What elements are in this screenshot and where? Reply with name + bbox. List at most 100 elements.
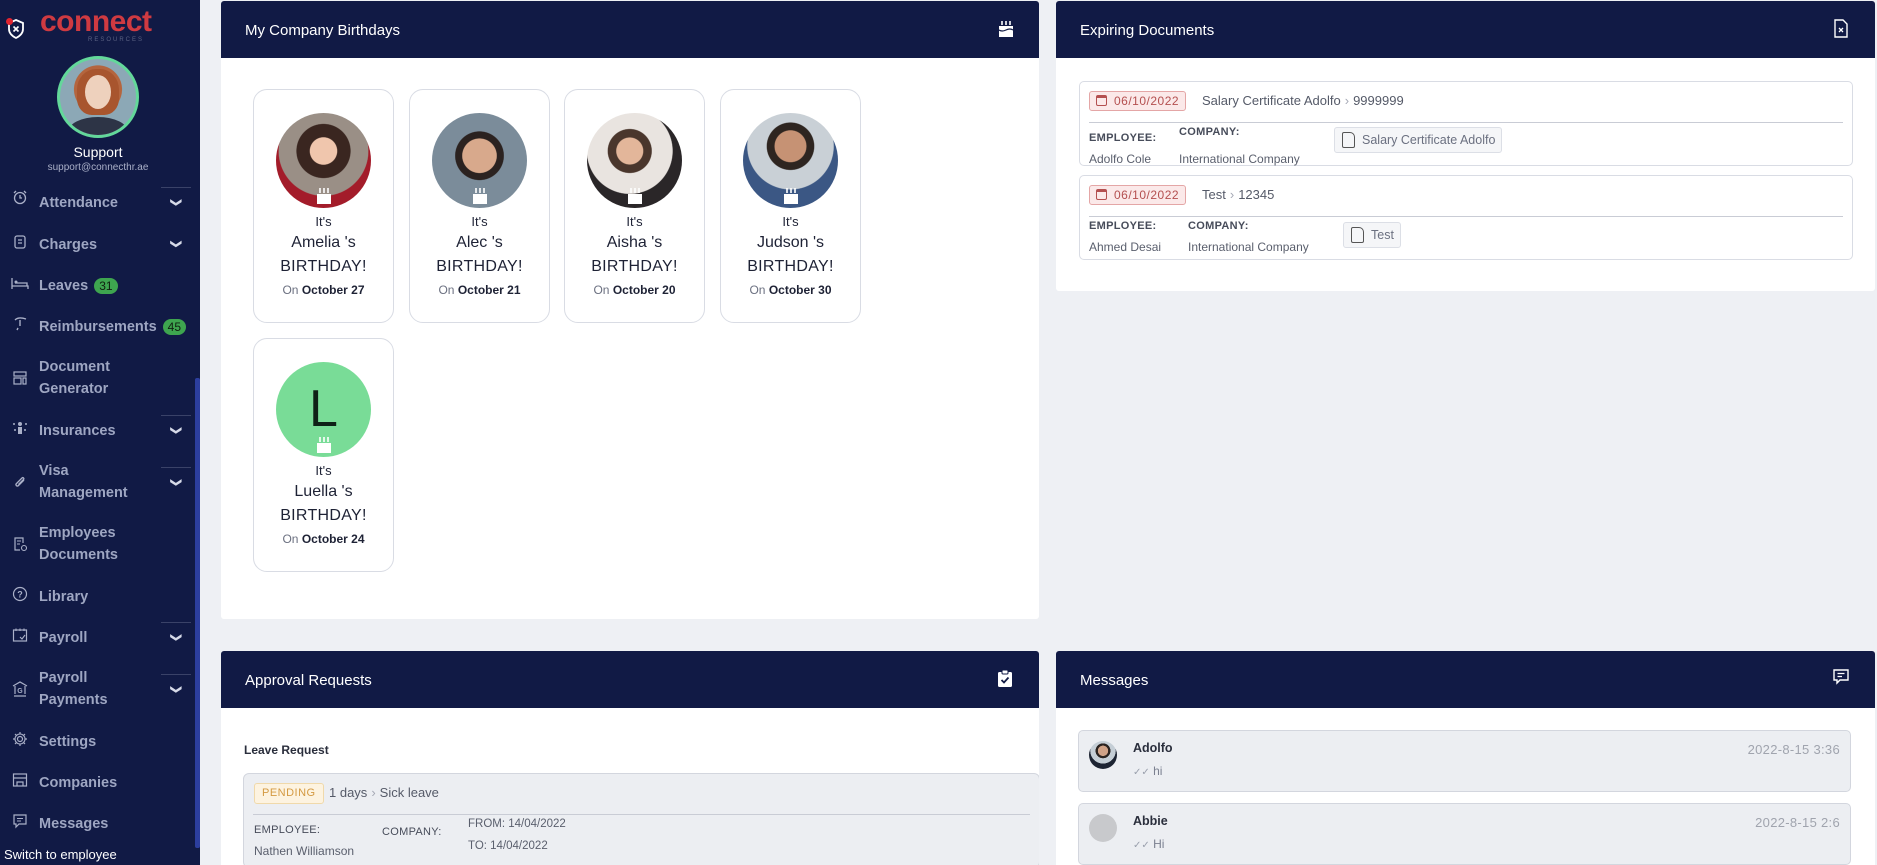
cake-icon [317, 188, 331, 204]
sidebar-item-document-generator[interactable]: Document Generator [0, 356, 196, 400]
birthday-card[interactable]: It's Alec 's BIRTHDAY! On October 21 [409, 89, 550, 323]
expiring-document-row[interactable]: 06/10/2022 Salary Certificate Adolfo › 999… [1079, 81, 1853, 166]
message-item[interactable]: Abbie ✓✓ Hi 2022-8-15 2:6 [1078, 803, 1851, 865]
chevron-down-icon[interactable]: ❯ [161, 674, 191, 704]
shield-x-icon[interactable] [6, 18, 26, 40]
document-title: Test [1202, 187, 1226, 202]
expiry-date-tag: 06/10/2022 [1089, 91, 1187, 111]
panel-header: Messages [1056, 651, 1875, 708]
birthday-card[interactable]: It's Aisha 's BIRTHDAY! On October 20 [564, 89, 705, 323]
status-badge: PENDING [254, 783, 324, 804]
sidebar-item-label: Library [39, 589, 89, 605]
sidebar-scrollbar[interactable] [195, 378, 200, 848]
sidebar-item-reimbursements[interactable]: Reimbursements 45 [0, 314, 196, 338]
alarm-clock-icon [10, 187, 30, 207]
sidebar-item-label: Leaves [39, 278, 89, 294]
sender-name: Abbie [1133, 814, 1168, 828]
chevron-down-icon[interactable]: ❯ [161, 229, 191, 259]
chevron-down-icon[interactable]: ❯ [161, 415, 191, 445]
sidebar-item-label-line2: Management [39, 485, 128, 501]
birthday-label: BIRTHDAY! [280, 258, 367, 275]
chevron-right-icon: › [371, 785, 376, 800]
message-time: 2022-8-15 3:36 [1747, 742, 1840, 757]
sidebar-item-label: Reimbursements [39, 319, 157, 335]
cake-icon [317, 437, 331, 453]
brand-name: connect [40, 5, 152, 38]
sidebar-item-label: Insurances [39, 423, 116, 439]
company-label: COMPANY: [382, 826, 442, 838]
messages-panel: Messages Adolfo ✓✓ hi 2022-8-15 3:36 Abb… [1056, 651, 1875, 865]
store-icon [10, 770, 30, 790]
birthday-name: Alec [456, 234, 488, 251]
panel-title: Approval Requests [245, 672, 372, 689]
its-text: It's [471, 214, 488, 229]
sidebar-item-employees-documents[interactable]: Employees Documents [0, 522, 196, 566]
svg-text:?: ? [17, 590, 23, 600]
sidebar-item-charges[interactable]: Charges ❯ [0, 232, 196, 256]
calendar-check-icon [10, 625, 30, 645]
switch-to-employee-link[interactable]: Switch to employee [4, 847, 117, 862]
birthday-card[interactable]: It's Amelia 's BIRTHDAY! On October 27 [253, 89, 394, 323]
sidebar-item-label: Payroll [39, 630, 88, 646]
sidebar-item-label-line2: Payments [39, 692, 108, 708]
sidebar-item-label: Document [39, 359, 110, 375]
sidebar-item-label-line2: Generator [39, 381, 109, 397]
help-circle-icon: ? [10, 584, 30, 604]
sidebar-item-label: Messages [39, 816, 109, 832]
expiring-document-row[interactable]: 06/10/2022 Test › 12345 EMPLOYEE: Ahmed De… [1079, 175, 1853, 260]
sidebar-item-library[interactable]: ? Library [0, 584, 196, 608]
charges-icon [10, 232, 30, 252]
employee-label: EMPLOYEE: [1089, 132, 1157, 144]
sidebar-item-label: Visa [39, 463, 69, 479]
leaves-count-badge: 31 [94, 278, 118, 295]
birthday-name: Aisha [606, 234, 647, 251]
insurance-icon [10, 418, 30, 438]
expiring-documents-panel: Expiring Documents 06/10/2022 Salary Cer… [1056, 1, 1875, 291]
panel-title: My Company Birthdays [245, 22, 401, 39]
birthday-date: October 20 [612, 283, 676, 297]
sidebar-item-label: Settings [39, 734, 97, 750]
from-date: FROM: 14/04/2022 [468, 818, 566, 830]
bed-icon [10, 273, 30, 293]
birthday-card[interactable]: It's Judson 's BIRTHDAY! On October 30 [720, 89, 861, 323]
sidebar-item-payroll[interactable]: Payroll ❯ [0, 622, 196, 652]
sidebar-item-leaves[interactable]: Leaves 31 [0, 273, 196, 297]
message-preview: hi [1153, 764, 1163, 778]
chevron-down-icon[interactable]: ❯ [161, 467, 191, 497]
leave-request-card[interactable]: PENDING 1 days › Sick leave EMPLOYEE: Nath… [243, 773, 1039, 865]
company-name: International Company [1188, 240, 1309, 254]
cake-icon [997, 19, 1015, 39]
birthday-name: Amelia [291, 234, 341, 251]
file-button[interactable]: Salary Certificate Adolfo [1334, 127, 1503, 153]
gear-icon [10, 729, 30, 749]
sidebar-item-attendance[interactable]: Attendance ❯ [0, 187, 196, 217]
message-item[interactable]: Adolfo ✓✓ hi 2022-8-15 3:36 [1078, 730, 1851, 792]
employee-name: Adolfo Cole [1089, 152, 1152, 166]
approval-requests-panel: Approval Requests Leave Request PENDING … [221, 651, 1039, 865]
sidebar-item-messages[interactable]: Messages [0, 811, 196, 835]
birthday-label: BIRTHDAY! [591, 258, 678, 275]
sender-avatar [1089, 741, 1117, 769]
cake-icon [784, 188, 798, 204]
reimbursements-count-badge: 45 [162, 319, 187, 336]
sender-name: Adolfo [1133, 741, 1173, 755]
calendar-icon [1096, 189, 1107, 200]
sidebar-item-insurances[interactable]: Insurances ❯ [0, 415, 196, 445]
document-refresh-icon [10, 534, 30, 554]
notification-dot [6, 18, 13, 25]
sidebar-item-companies[interactable]: Companies [0, 770, 196, 794]
file-icon [1342, 132, 1355, 148]
sidebar-item-settings[interactable]: Settings [0, 729, 196, 753]
document-title: Salary Certificate Adolfo [1202, 93, 1341, 108]
chevron-right-icon: › [1229, 187, 1235, 202]
logo[interactable]: connect RESOURCES [0, 4, 200, 44]
sidebar-item-payroll-payments[interactable]: G Payroll Payments ❯ [0, 667, 196, 711]
chevron-down-icon[interactable]: ❯ [161, 622, 191, 652]
user-avatar[interactable] [57, 56, 139, 138]
sidebar-item-visa-management[interactable]: Visa Management ❯ [0, 460, 196, 504]
paperclip-icon [10, 472, 30, 492]
file-button[interactable]: Test [1343, 222, 1401, 248]
chevron-down-icon[interactable]: ❯ [161, 187, 191, 217]
employee-label: EMPLOYEE: [254, 824, 321, 836]
birthday-card[interactable]: L It's Luella 's BIRTHDAY! On October 24 [253, 338, 394, 572]
